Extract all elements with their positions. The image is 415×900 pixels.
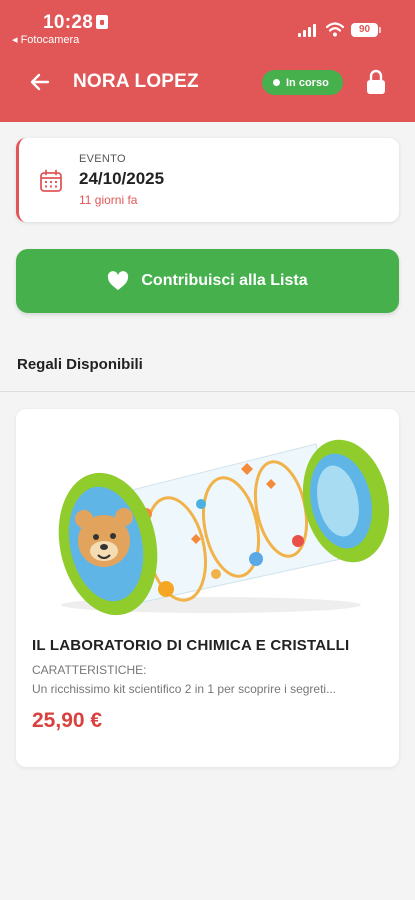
lock-icon[interactable]	[365, 68, 387, 96]
event-relative-time: 11 giorni fa	[79, 193, 138, 207]
event-label: EVENTO	[79, 153, 126, 165]
battery-indicator: 90	[351, 23, 378, 37]
product-card[interactable]: IL LABORATORIO DI CHIMICA E CRISTALLI CA…	[16, 409, 399, 767]
arrow-left-icon	[30, 73, 50, 91]
app-header: 10:28 ◂ Fotocamera 90 NORA LOPEZ In cors…	[0, 0, 415, 122]
event-card: EVENTO 24/10/2025 11 giorni fa	[16, 138, 399, 222]
product-name: IL LABORATORIO DI CHIMICA E CRISTALLI	[32, 637, 350, 654]
section-title: Regali Disponibili	[17, 356, 143, 373]
wifi-icon	[326, 22, 344, 37]
battery-tip	[379, 27, 381, 33]
product-description: Un ricchissimo kit scientifico 2 in 1 pe…	[32, 682, 337, 696]
product-features-label: CARATTERISTICHE:	[32, 663, 147, 677]
event-date: 24/10/2025	[79, 169, 165, 188]
status-back-to-app[interactable]: ◂ Fotocamera	[12, 33, 79, 46]
contribute-button[interactable]: Contribuisci alla Lista	[16, 249, 399, 313]
signal-icon	[298, 24, 318, 37]
contribute-button-label: Contribuisci alla Lista	[141, 272, 308, 289]
screen-lock-icon	[96, 15, 108, 29]
status-badge-label: In corso	[286, 76, 329, 89]
back-button[interactable]	[26, 68, 54, 96]
divider	[0, 391, 415, 392]
status-dot	[273, 79, 280, 86]
page-title: NORA LOPEZ	[73, 71, 199, 92]
product-price: 25,90 €	[32, 709, 103, 732]
calendar-icon	[40, 169, 62, 192]
status-badge: In corso	[262, 70, 343, 95]
product-image	[16, 409, 399, 624]
heart-icon	[108, 271, 129, 291]
status-time: 10:28	[43, 12, 94, 33]
